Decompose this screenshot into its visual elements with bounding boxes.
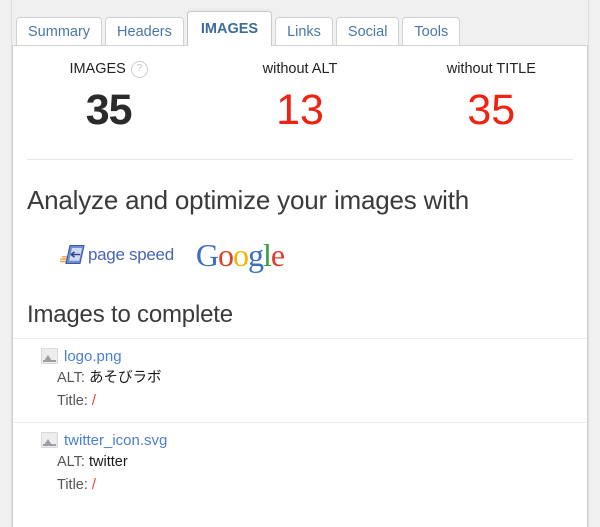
broken-image-icon: [41, 432, 58, 449]
stat-label-text: IMAGES: [69, 61, 126, 77]
stat-label: IMAGES?: [69, 60, 148, 78]
tab-label: Links: [287, 23, 321, 40]
stat-images: IMAGES? 35: [13, 60, 204, 133]
title-value: /: [91, 477, 96, 494]
stat-label: without TITLE: [447, 62, 536, 77]
stat-label-text: without TITLE: [446, 61, 536, 77]
tab-label: Social: [347, 23, 388, 40]
analyze-section: Analyze and optimize your images with pa…: [13, 160, 587, 271]
tab-bar: Summary Headers IMAGES Links Social Tools: [12, 0, 588, 46]
analyze-heading: Analyze and optimize your images with: [27, 185, 470, 216]
stat-value: 13: [276, 86, 324, 134]
pagespeed-label: page speed: [88, 244, 174, 264]
image-title-row: Title: /: [41, 476, 587, 496]
google-logo[interactable]: Google: [195, 236, 285, 273]
title-value: /: [91, 393, 96, 410]
stat-value: 35: [467, 86, 516, 134]
tab-label: Headers: [117, 23, 172, 40]
pagespeed-icon: [59, 244, 85, 265]
image-list: logo.png ALT: あそびラボ Title: / twitter_icon.s…: [13, 337, 587, 506]
tab-label: Tools: [414, 23, 449, 40]
google-letter: o: [232, 236, 249, 273]
title-key-label: Title:: [57, 477, 88, 494]
image-file-link[interactable]: logo.png: [64, 348, 122, 365]
help-icon[interactable]: ?: [130, 60, 148, 78]
alt-key-label: ALT:: [57, 453, 85, 470]
seo-tool-images-panel: Summary Headers IMAGES Links Social Tools IMA…: [0, 0, 600, 527]
image-name-row: logo.png: [41, 348, 587, 365]
page-right-gutter: [588, 0, 600, 527]
tab-links[interactable]: Links: [275, 17, 333, 46]
broken-image-icon: [41, 348, 58, 365]
image-name-row: twitter_icon.svg: [41, 432, 587, 449]
stat-without-alt: without ALT 13: [204, 60, 395, 133]
stat-without-title: without TITLE 35: [396, 60, 587, 133]
image-list-item: twitter_icon.svg ALT: twitter Title: /: [13, 421, 587, 506]
tab-label: Summary: [28, 23, 91, 40]
images-to-complete-heading: Images to complete: [27, 300, 233, 328]
google-letter: o: [217, 236, 234, 273]
alt-value: あそびラボ: [88, 369, 162, 386]
tab-tools[interactable]: Tools: [402, 17, 461, 46]
alt-value: twitter: [88, 453, 128, 470]
google-letter: G: [195, 236, 219, 273]
tab-social[interactable]: Social: [335, 17, 400, 46]
optimizer-logos: page speed Google: [27, 239, 587, 271]
image-title-row: Title: /: [41, 392, 587, 412]
image-file-link[interactable]: twitter_icon.svg: [64, 432, 167, 449]
google-letter: l: [262, 236, 272, 273]
title-key-label: Title:: [57, 393, 88, 410]
stat-value: 35: [85, 86, 133, 134]
pagespeed-link[interactable]: page speed: [59, 244, 174, 265]
image-stats-row: IMAGES? 35 without ALT 13 without TITLE 35: [13, 46, 587, 133]
tab-summary[interactable]: Summary: [16, 17, 103, 46]
page-left-gutter: [0, 0, 12, 527]
image-alt-row: ALT: あそびラボ: [41, 369, 587, 389]
images-tab-panel: IMAGES? 35 without ALT 13 without TITLE 35 An…: [12, 45, 588, 527]
tab-images[interactable]: IMAGES: [186, 11, 273, 46]
tab-label: IMAGES: [200, 20, 259, 37]
alt-key-label: ALT:: [57, 369, 85, 386]
google-letter: g: [247, 236, 264, 273]
tab-headers[interactable]: Headers: [105, 17, 184, 46]
google-letter: e: [270, 236, 285, 273]
image-alt-row: ALT: twitter: [41, 453, 587, 473]
stat-label-text: without ALT: [262, 61, 338, 77]
stat-label: without ALT: [263, 62, 338, 77]
images-to-complete-section: Images to complete logo.png ALT: あそびラボ Tit…: [13, 301, 587, 506]
image-list-item: logo.png ALT: あそびラボ Title: /: [13, 337, 587, 422]
